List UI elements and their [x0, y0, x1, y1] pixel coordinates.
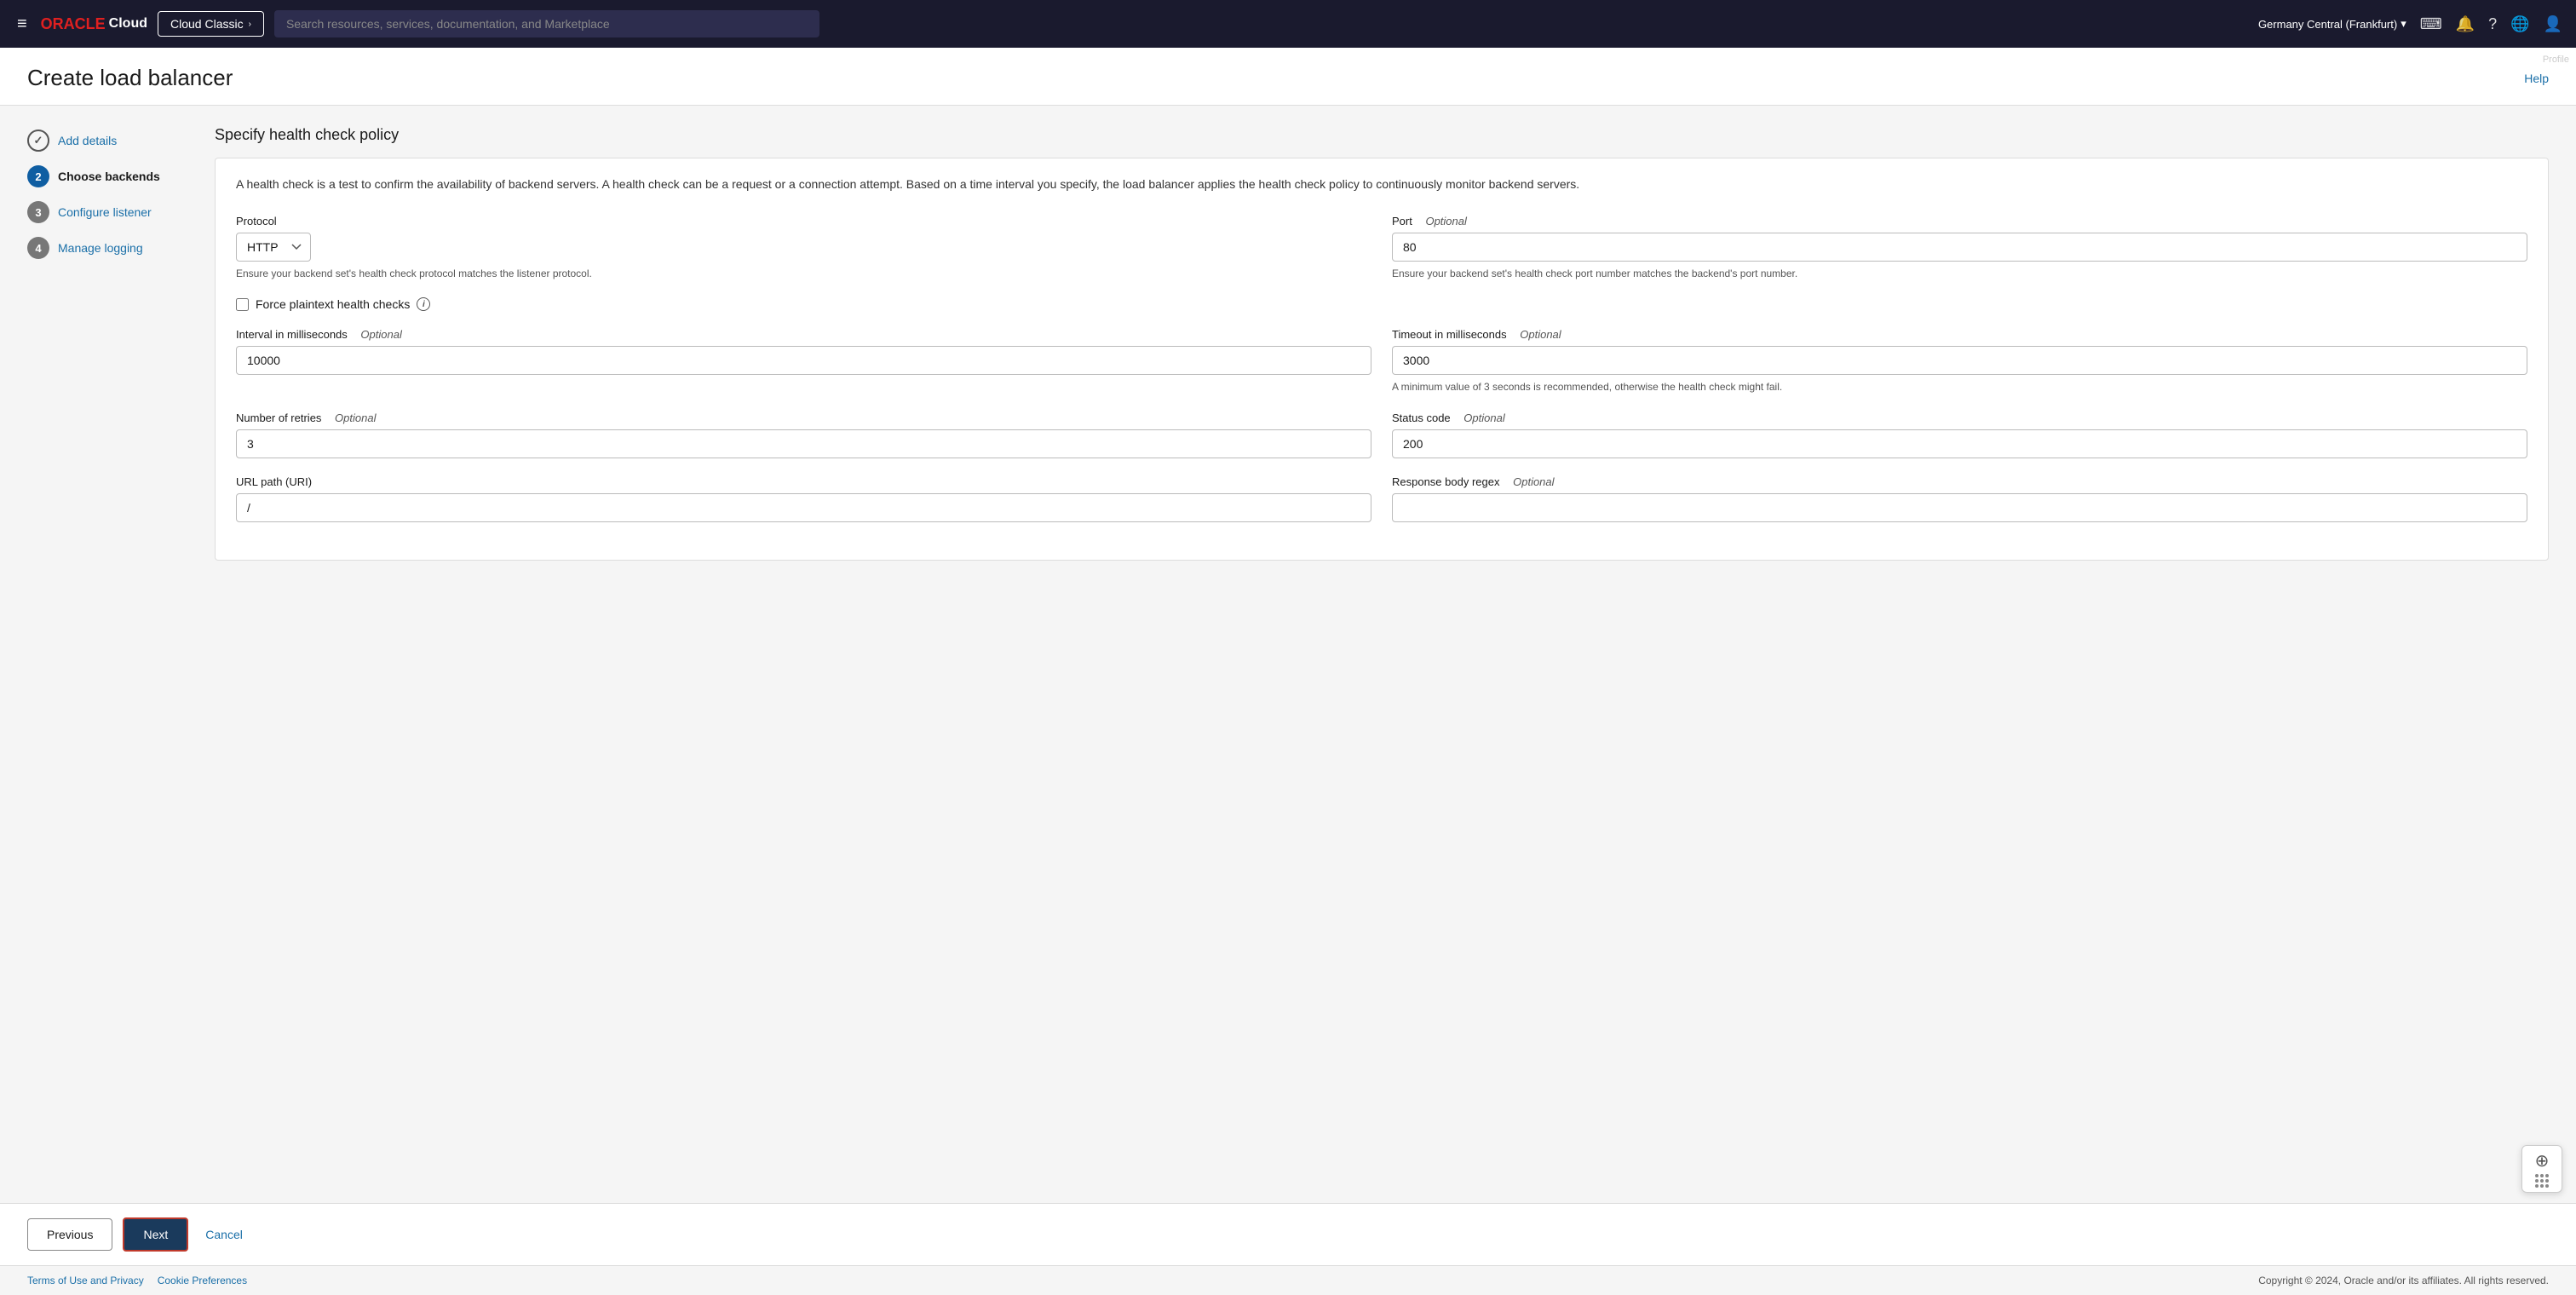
dot-1: [2535, 1174, 2539, 1177]
steps-sidebar: ✓ Add details 2 Choose backends 3 Config…: [27, 126, 181, 1183]
page-title: Create load balancer: [27, 65, 233, 91]
code-editor-icon[interactable]: ⌨: [2420, 15, 2442, 33]
step-3-circle: 3: [27, 201, 49, 223]
response-regex-group: Response body regex Optional: [1392, 475, 2527, 522]
health-check-panel: A health check is a test to confirm the …: [215, 158, 2549, 561]
panel-description: A health check is a test to confirm the …: [236, 176, 2527, 194]
dot-2: [2540, 1174, 2544, 1177]
interval-timeout-row: Interval in milliseconds Optional Timeou…: [236, 328, 2527, 394]
retries-group: Number of retries Optional: [236, 412, 1371, 458]
url-path-group: URL path (URI): [236, 475, 1371, 522]
cloud-text: Cloud: [109, 16, 147, 32]
protocol-select-wrapper: HTTP HTTPS TCP: [236, 233, 1371, 262]
dot-7: [2535, 1184, 2539, 1188]
url-path-input[interactable]: [236, 493, 1371, 522]
port-label: Port Optional: [1392, 215, 2527, 227]
page-footer: Terms of Use and Privacy Cookie Preferen…: [0, 1265, 2576, 1295]
dot-9: [2545, 1184, 2549, 1188]
response-regex-input[interactable]: [1392, 493, 2527, 522]
chevron-right-icon: ›: [249, 20, 251, 29]
terms-link[interactable]: Terms of Use and Privacy: [27, 1275, 144, 1286]
url-path-label: URL path (URI): [236, 475, 1371, 488]
user-avatar-icon[interactable]: 👤: [2544, 15, 2562, 33]
protocol-hint: Ensure your backend set's health check p…: [236, 267, 1371, 281]
copyright-text: Copyright © 2024, Oracle and/or its affi…: [2258, 1275, 2549, 1286]
interval-group: Interval in milliseconds Optional: [236, 328, 1371, 394]
section-title: Specify health check policy: [215, 126, 2549, 144]
region-chevron-icon: ▾: [2401, 17, 2406, 31]
help-float-dots: [2535, 1174, 2549, 1188]
response-regex-label: Response body regex Optional: [1392, 475, 2527, 488]
dot-8: [2540, 1184, 2544, 1188]
status-code-group: Status code Optional: [1392, 412, 2527, 458]
port-hint: Ensure your backend set's health check p…: [1392, 267, 2527, 281]
region-selector[interactable]: Germany Central (Frankfurt) ▾: [2258, 17, 2406, 31]
step-4-circle: 4: [27, 237, 49, 259]
protocol-label: Protocol: [236, 215, 1371, 227]
dot-5: [2540, 1179, 2544, 1183]
force-plaintext-info-icon[interactable]: i: [417, 297, 430, 311]
help-float-icon: ⊕: [2535, 1150, 2550, 1171]
interval-label: Interval in milliseconds Optional: [236, 328, 1371, 341]
previous-button[interactable]: Previous: [27, 1218, 112, 1251]
footer-left: Terms of Use and Privacy Cookie Preferen…: [27, 1275, 247, 1286]
port-group: Port Optional Ensure your backend set's …: [1392, 215, 2527, 281]
step-configure-listener[interactable]: 3 Configure listener: [27, 201, 181, 223]
step-4-label: Manage logging: [58, 241, 143, 255]
step-2-circle: 2: [27, 165, 49, 187]
timeout-input[interactable]: [1392, 346, 2527, 375]
help-icon[interactable]: ?: [2488, 15, 2497, 33]
step-2-label: Choose backends: [58, 170, 160, 183]
timeout-hint: A minimum value of 3 seconds is recommen…: [1392, 380, 2527, 394]
step-manage-logging[interactable]: 4 Manage logging: [27, 237, 181, 259]
profile-label: Profile: [2543, 55, 2569, 65]
cloud-classic-label: Cloud Classic: [170, 17, 244, 31]
status-code-label: Status code Optional: [1392, 412, 2527, 424]
step-choose-backends[interactable]: 2 Choose backends: [27, 165, 181, 187]
page-header: Create load balancer Help: [0, 48, 2576, 106]
help-float-button[interactable]: ⊕: [2521, 1145, 2562, 1193]
bottom-action-bar: Previous Next Cancel: [0, 1203, 2576, 1265]
nav-right-section: Germany Central (Frankfurt) ▾ ⌨ 🔔 ? 🌐 👤: [2258, 15, 2562, 33]
help-link[interactable]: Help: [2524, 72, 2549, 85]
notifications-icon[interactable]: 🔔: [2456, 15, 2475, 33]
dot-6: [2545, 1179, 2549, 1183]
step-add-details[interactable]: ✓ Add details: [27, 130, 181, 152]
protocol-select[interactable]: HTTP HTTPS TCP: [236, 233, 311, 262]
hamburger-menu-icon[interactable]: ≡: [14, 11, 31, 37]
top-navigation: ≡ ORACLE Cloud Cloud Classic › Germany C…: [0, 0, 2576, 48]
url-response-row: URL path (URI) Response body regex Optio…: [236, 475, 2527, 522]
port-input[interactable]: [1392, 233, 2527, 262]
content-area: Specify health check policy A health che…: [215, 126, 2549, 1183]
timeout-group: Timeout in milliseconds Optional A minim…: [1392, 328, 2527, 394]
status-code-input[interactable]: [1392, 429, 2527, 458]
dot-3: [2545, 1174, 2549, 1177]
next-button[interactable]: Next: [123, 1217, 188, 1252]
force-plaintext-checkbox[interactable]: [236, 298, 249, 311]
language-icon[interactable]: 🌐: [2510, 15, 2529, 33]
retries-status-row: Number of retries Optional Status code O…: [236, 412, 2527, 458]
interval-input[interactable]: [236, 346, 1371, 375]
force-plaintext-label: Force plaintext health checks: [256, 297, 410, 311]
step-1-circle: ✓: [27, 130, 49, 152]
dot-4: [2535, 1179, 2539, 1183]
protocol-group: Protocol HTTP HTTPS TCP Ensure your back…: [236, 215, 1371, 281]
oracle-logo: ORACLE Cloud: [41, 15, 147, 33]
oracle-text: ORACLE: [41, 15, 106, 33]
retries-label: Number of retries Optional: [236, 412, 1371, 424]
force-plaintext-row: Force plaintext health checks i: [236, 297, 2527, 311]
cancel-button[interactable]: Cancel: [198, 1219, 250, 1250]
timeout-label: Timeout in milliseconds Optional: [1392, 328, 2527, 341]
step-1-label: Add details: [58, 134, 117, 147]
step-3-label: Configure listener: [58, 205, 152, 219]
search-input[interactable]: [274, 10, 819, 37]
region-label: Germany Central (Frankfurt): [2258, 18, 2397, 31]
protocol-port-row: Protocol HTTP HTTPS TCP Ensure your back…: [236, 215, 2527, 281]
main-container: ✓ Add details 2 Choose backends 3 Config…: [0, 106, 2576, 1203]
cloud-classic-button[interactable]: Cloud Classic ›: [158, 11, 264, 37]
cookies-link[interactable]: Cookie Preferences: [158, 1275, 247, 1286]
retries-input[interactable]: [236, 429, 1371, 458]
